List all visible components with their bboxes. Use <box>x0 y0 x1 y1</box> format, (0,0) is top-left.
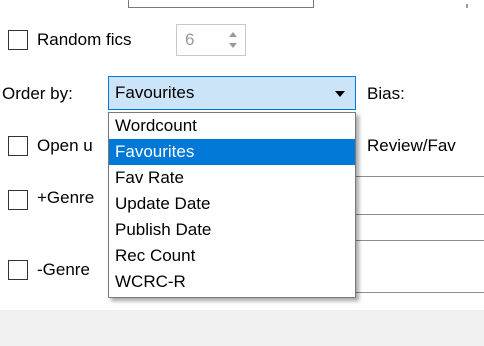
top-partial-control <box>128 0 314 8</box>
order-by-dropdown-list[interactable]: Wordcount Favourites Fav Rate Update Dat… <box>108 112 356 298</box>
open-checkbox[interactable] <box>8 136 28 156</box>
genre-minus-checkbox[interactable] <box>8 260 28 280</box>
order-by-combobox[interactable]: Favourites <box>108 76 356 110</box>
random-fics-label: Random fics <box>37 30 132 49</box>
option-wcrc-r[interactable]: WCRC-R <box>109 269 355 295</box>
option-fav-rate[interactable]: Fav Rate <box>109 165 355 191</box>
order-by-label: Order by: <box>2 84 73 103</box>
footer-bar <box>0 310 484 346</box>
genre-plus-label: +Genre <box>37 188 95 207</box>
spin-down-icon[interactable] <box>229 43 237 48</box>
option-update-date[interactable]: Update Date <box>109 191 355 217</box>
option-rec-count[interactable]: Rec Count <box>109 243 355 269</box>
option-favourites[interactable]: Favourites <box>109 139 355 165</box>
random-fics-spinbox[interactable]: 6 <box>176 24 246 56</box>
chevron-down-icon[interactable] <box>335 91 345 97</box>
option-publish-date[interactable]: Publish Date <box>109 217 355 243</box>
genre-minus-field-bottom[interactable] <box>356 292 484 293</box>
option-wordcount[interactable]: Wordcount <box>109 113 355 139</box>
spin-buttons[interactable] <box>225 28 241 52</box>
review-fav-label: Review/Fav <box>367 136 456 155</box>
random-fics-value: 6 <box>185 30 195 49</box>
top-right-tick <box>466 4 468 8</box>
genre-plus-field-top[interactable] <box>356 176 484 177</box>
order-by-selected: Favourites <box>115 83 195 102</box>
open-label: Open u <box>37 136 93 155</box>
genre-minus-field-top[interactable] <box>356 240 484 241</box>
genre-minus-label: -Genre <box>37 260 90 279</box>
bias-label: Bias: <box>367 84 405 103</box>
random-fics-checkbox[interactable] <box>8 30 28 50</box>
genre-plus-checkbox[interactable] <box>8 190 28 210</box>
spin-up-icon[interactable] <box>229 32 237 37</box>
genre-plus-field-bottom[interactable] <box>356 214 484 215</box>
